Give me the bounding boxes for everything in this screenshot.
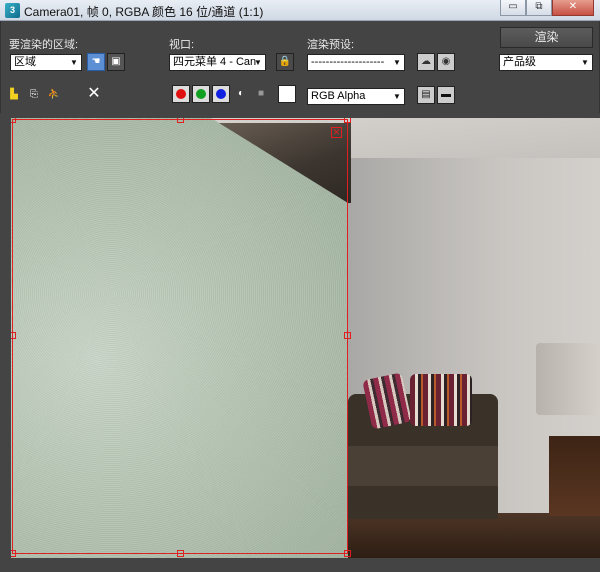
chevron-down-icon: ▼ [581,58,589,67]
environment-icon: ☁ [421,56,431,67]
lock-viewport-button[interactable]: 🔒 [276,53,294,71]
channel-value: RGB Alpha [311,90,366,102]
red-channel-button[interactable] [172,85,190,103]
chevron-down-icon: ▼ [254,58,262,67]
environment-button[interactable]: ☁ [417,53,435,71]
copy-image-icon[interactable]: ⎘ [27,88,41,102]
region-handle-top-right[interactable] [344,118,351,123]
blue-channel-button[interactable] [212,85,230,103]
toggle-ui-button[interactable]: ▬ [437,86,455,104]
preset-value: -------------------- [311,56,385,68]
window-controls: ▭ ⧉ ✕ [500,0,594,16]
render-toolbar: 要渲染的区域: 视口: 渲染预设: 渲染 区域 ▼ ☚ ▣ 四元菜单 4 - C… [0,21,600,113]
toggle-ui-overlay-button[interactable]: ▤ [417,86,435,104]
auto-region-button[interactable]: ▣ [107,53,125,71]
auto-region-icon: ▣ [111,56,121,67]
scene-side-table [549,436,600,516]
edit-region-icon: ☚ [91,56,101,67]
region-handle-top[interactable] [177,118,184,123]
maximize-button[interactable]: ⧉ [526,0,552,16]
green-channel-button[interactable] [192,85,210,103]
chevron-down-icon: ▼ [393,58,401,67]
quality-value: 产品级 [503,56,536,68]
preset-label: 渲染预设: [307,39,355,51]
viewport-label: 视口: [169,39,195,51]
area-value: 区域 [14,56,36,68]
viewport-dropdown[interactable]: 四元菜单 4 - Can ▼ [169,54,266,71]
clone-window-icon[interactable]: ⛹ [47,88,61,102]
monochrome-icon[interactable]: ■ [254,87,268,101]
chevron-down-icon: ▼ [70,58,78,67]
title-bar: 3 Camera01, 帧 0, RGBA 颜色 16 位/通道 (1:1) ▭… [0,0,600,21]
quality-dropdown[interactable]: 产品级 ▼ [499,54,593,71]
region-handle-right[interactable] [344,332,351,339]
toggle-ui-overlay-icon: ▤ [421,89,431,100]
scene-lamp [536,343,600,415]
region-handle-left[interactable] [11,332,16,339]
lock-viewport-icon: 🔒 [278,56,292,67]
toggle-ui-icon: ▬ [441,89,451,100]
channel-dropdown[interactable]: RGB Alpha ▼ [307,88,405,105]
region-handle-bottom[interactable] [177,550,184,557]
chevron-down-icon: ▼ [393,92,401,101]
area-label: 要渲染的区域: [9,39,79,51]
scene-sofa-seat [348,446,498,486]
render-frame: ✕ [0,113,600,572]
minimize-button[interactable]: ▭ [500,0,526,16]
scene-pillow [410,374,472,426]
render-setup-icon: ◉ [441,56,451,67]
app-icon: 3 [5,3,20,18]
color-swatch[interactable] [278,85,296,103]
clear-icon[interactable]: ✕ [87,85,101,103]
render-button[interactable]: 渲染 [500,27,593,48]
green-channel-icon [196,89,206,99]
region-close-icon[interactable]: ✕ [331,127,342,138]
window-title: Camera01, 帧 0, RGBA 颜色 16 位/通道 (1:1) [24,5,264,19]
rendered-image[interactable]: ✕ [11,118,600,558]
edit-region-button[interactable]: ☚ [87,53,105,71]
region-handle-top-left[interactable] [11,118,16,123]
save-image-icon[interactable]: ▙ [7,88,21,102]
blue-channel-icon [216,89,226,99]
red-channel-icon [176,89,186,99]
region-handle-bottom-right[interactable] [344,550,351,557]
area-dropdown[interactable]: 区域 ▼ [10,54,82,71]
preset-dropdown[interactable]: -------------------- ▼ [307,54,405,71]
alpha-channel-icon[interactable]: ◐ [234,87,248,101]
viewport-value: 四元菜单 4 - Can [173,56,257,68]
render-setup-button[interactable]: ◉ [437,53,455,71]
render-region-box[interactable]: ✕ [11,118,351,557]
region-handle-bottom-left[interactable] [11,550,16,557]
close-button[interactable]: ✕ [552,0,594,16]
